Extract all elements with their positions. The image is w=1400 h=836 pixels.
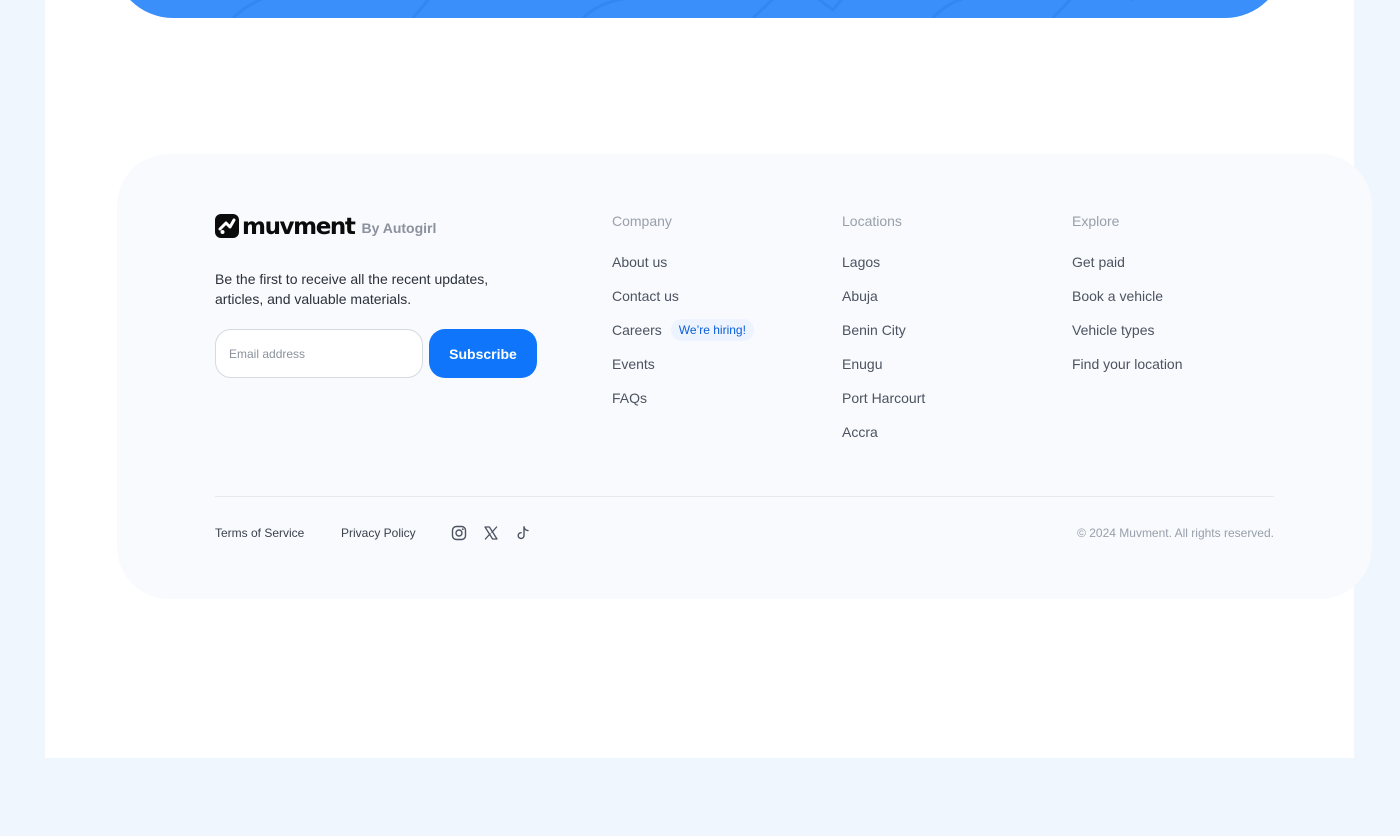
footer-link-get-paid[interactable]: Get paid	[1072, 245, 1183, 279]
brand-logo[interactable]: muvment By Autogirl	[215, 212, 436, 240]
footer-column-explore: Explore Get paid Book a vehicle Vehicle …	[1072, 212, 1183, 389]
column-heading: Explore	[1072, 213, 1120, 229]
instagram-icon[interactable]	[451, 525, 467, 541]
footer-link-about-us[interactable]: About us	[612, 245, 754, 279]
tiktok-icon[interactable]	[515, 525, 531, 541]
footer-link-lagos[interactable]: Lagos	[842, 245, 925, 279]
newsletter-tagline: Be the first to receive all the recent u…	[215, 271, 489, 307]
privacy-link[interactable]: Privacy Policy	[341, 525, 416, 541]
terms-link[interactable]: Terms of Service	[215, 525, 304, 541]
footer-link-accra[interactable]: Accra	[842, 415, 925, 449]
email-field[interactable]	[215, 329, 423, 378]
footer-link-find-your-location[interactable]: Find your location	[1072, 347, 1183, 381]
footer-link-vehicle-types[interactable]: Vehicle types	[1072, 313, 1183, 347]
footer-link-events[interactable]: Events	[612, 347, 754, 381]
page-sheet: muvment By Autogirl Be the first to rece…	[45, 0, 1372, 758]
hero-pattern	[231, 0, 1133, 18]
copyright-text: © 2024 Muvment. All rights reserved.	[1077, 526, 1274, 540]
muvment-logo-icon	[215, 214, 239, 238]
column-heading: Company	[612, 213, 672, 229]
footer-link-faqs[interactable]: FAQs	[612, 381, 754, 415]
column-heading: Locations	[842, 213, 902, 229]
footer-link-careers[interactable]: Careers We’re hiring!	[612, 313, 754, 347]
footer-column-company: Company About us Contact us Careers We’r…	[612, 212, 754, 423]
footer-link-book-a-vehicle[interactable]: Book a vehicle	[1072, 279, 1183, 313]
hero-banner-bottom	[113, 0, 1285, 18]
footer-link-abuja[interactable]: Abuja	[842, 279, 925, 313]
brand-name: muvment	[242, 214, 356, 240]
brand-byline: By Autogirl	[361, 220, 437, 236]
footer-divider	[215, 496, 1274, 497]
footer-column-locations: Locations Lagos Abuja Benin City Enugu P…	[842, 212, 925, 457]
hiring-badge: We’re hiring!	[670, 319, 754, 341]
x-icon[interactable]	[483, 525, 499, 541]
footer-link-benin-city[interactable]: Benin City	[842, 313, 925, 347]
subscribe-button[interactable]: Subscribe	[429, 329, 537, 378]
footer-link-contact-us[interactable]: Contact us	[612, 279, 754, 313]
footer-link-enugu[interactable]: Enugu	[842, 347, 925, 381]
footer-link-port-harcourt[interactable]: Port Harcourt	[842, 381, 925, 415]
footer: muvment By Autogirl Be the first to rece…	[117, 154, 1372, 599]
